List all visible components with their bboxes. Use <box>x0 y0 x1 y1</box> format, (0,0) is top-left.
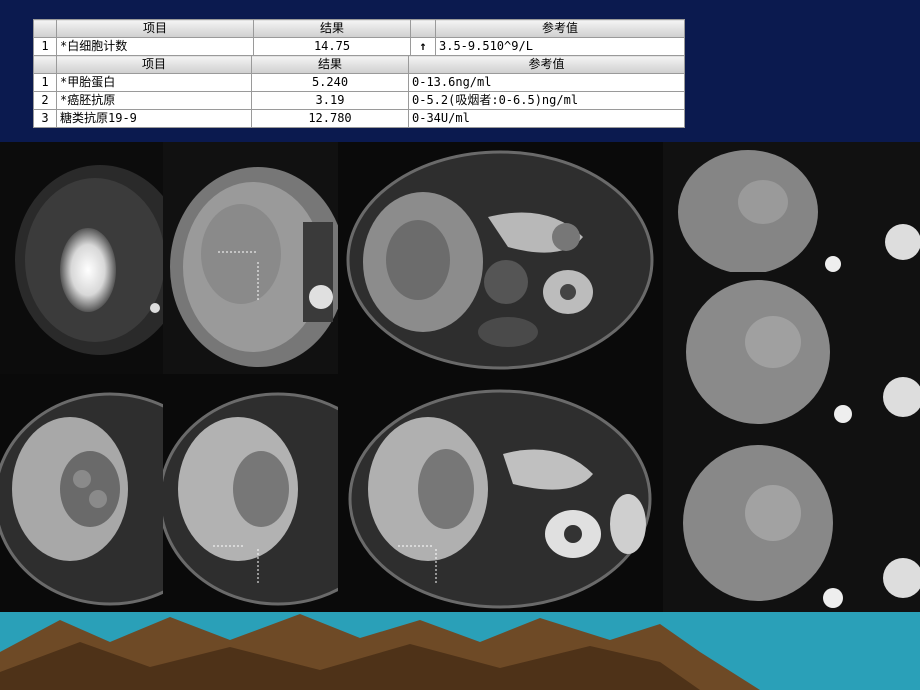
header-reference: 参考值 <box>408 55 685 74</box>
table-header-row: 项目 结果 参考值 <box>33 55 685 74</box>
mri-coronal-top <box>663 142 920 272</box>
mountain-landscape-decoration <box>0 612 920 690</box>
header-result: 结果 <box>251 55 409 74</box>
row-result: 3.19 <box>251 91 409 110</box>
header-index <box>33 19 57 38</box>
mri-arterial-panel <box>0 374 163 614</box>
row-item: *白细胞计数 <box>56 37 254 56</box>
mri-coronal-middle <box>663 272 920 438</box>
mri-t1-panel <box>338 142 663 374</box>
header-item: 项目 <box>56 19 254 38</box>
high-flag-icon: ↑ <box>410 37 436 56</box>
row-item: 糖类抗原19-9 <box>56 109 252 128</box>
row-reference: 0-5.2(吸烟者:0-6.5)ng/ml <box>408 91 685 110</box>
mri-coronal-bottom <box>663 438 920 614</box>
row-index: 2 <box>33 91 57 110</box>
table-row: 1 *甲胎蛋白 5.240 0-13.6ng/ml <box>33 73 685 92</box>
mri-portal-panel <box>163 374 338 614</box>
table-row: 3 糖类抗原19-9 12.780 0-34U/ml <box>33 109 685 128</box>
table-header-row: 项目 结果 参考值 <box>33 19 685 38</box>
lab-table-cbc: 项目 结果 参考值 1 *白细胞计数 14.75 ↑ 3.5-9.510^9/L <box>33 19 685 56</box>
row-result: 5.240 <box>251 73 409 92</box>
row-index: 1 <box>33 37 57 56</box>
row-item: *甲胎蛋白 <box>56 73 252 92</box>
mri-dwi-panel <box>0 142 163 374</box>
row-reference: 0-34U/ml <box>408 109 685 128</box>
header-item: 项目 <box>56 55 252 74</box>
header-flag <box>410 19 436 38</box>
header-result: 结果 <box>253 19 411 38</box>
row-index: 3 <box>33 109 57 128</box>
row-index: 1 <box>33 73 57 92</box>
mri-delayed-panel <box>338 374 663 614</box>
header-index <box>33 55 57 74</box>
table-row: 2 *癌胚抗原 3.19 0-5.2(吸烟者:0-6.5)ng/ml <box>33 91 685 110</box>
header-reference: 参考值 <box>435 19 685 38</box>
row-result: 12.780 <box>251 109 409 128</box>
row-result: 14.75 <box>253 37 411 56</box>
mri-adc-panel <box>163 142 338 374</box>
row-item: *癌胚抗原 <box>56 91 252 110</box>
table-row: 1 *白细胞计数 14.75 ↑ 3.5-9.510^9/L <box>33 37 685 56</box>
row-reference: 0-13.6ng/ml <box>408 73 685 92</box>
lab-table-tumor-markers: 项目 结果 参考值 1 *甲胎蛋白 5.240 0-13.6ng/ml 2 *癌… <box>33 55 685 128</box>
row-reference: 3.5-9.510^9/L <box>435 37 685 56</box>
